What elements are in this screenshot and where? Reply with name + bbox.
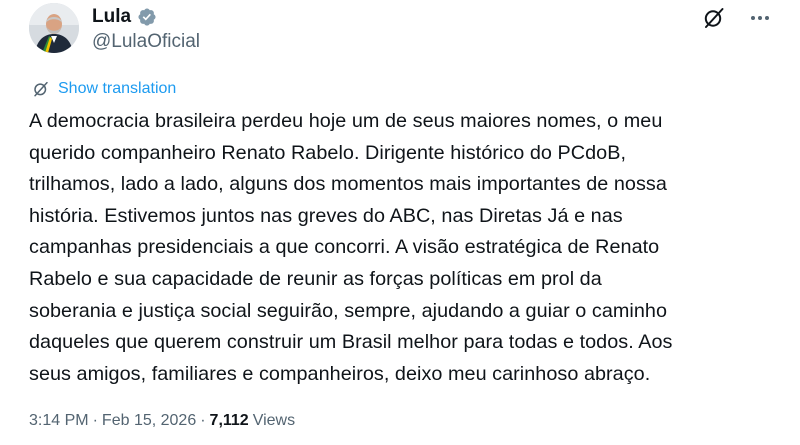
meta-separator: · <box>200 412 206 429</box>
show-translation-link[interactable]: Show translation <box>32 78 176 100</box>
views-label: Views <box>252 412 296 429</box>
meta-separator: · <box>92 412 98 429</box>
post-text: A democracia brasileira perdeu hoje um d… <box>29 110 673 385</box>
author-name[interactable]: Lula <box>92 6 131 28</box>
post-time[interactable]: 3:14 PM <box>29 410 89 432</box>
avatar[interactable] <box>29 3 79 53</box>
grok-icon[interactable] <box>702 6 726 30</box>
views-count[interactable]: 7,112 <box>210 410 249 432</box>
verified-badge-icon[interactable] <box>137 7 157 27</box>
post-card: Lula @LulaOficial Show translation A dem… <box>0 0 800 445</box>
author-name-row: Lula <box>92 6 157 28</box>
more-icon[interactable] <box>748 6 772 30</box>
post-date[interactable]: Feb 15, 2026 <box>102 410 196 432</box>
translate-icon <box>34 81 48 97</box>
post-meta: 3:14 PM · Feb 15, 2026 · 7,112 Views <box>29 410 295 432</box>
post-top-actions <box>702 6 772 30</box>
avatar-portrait-icon <box>29 3 79 53</box>
author-handle[interactable]: @LulaOficial <box>92 31 200 53</box>
show-translation-label: Show translation <box>58 80 177 97</box>
